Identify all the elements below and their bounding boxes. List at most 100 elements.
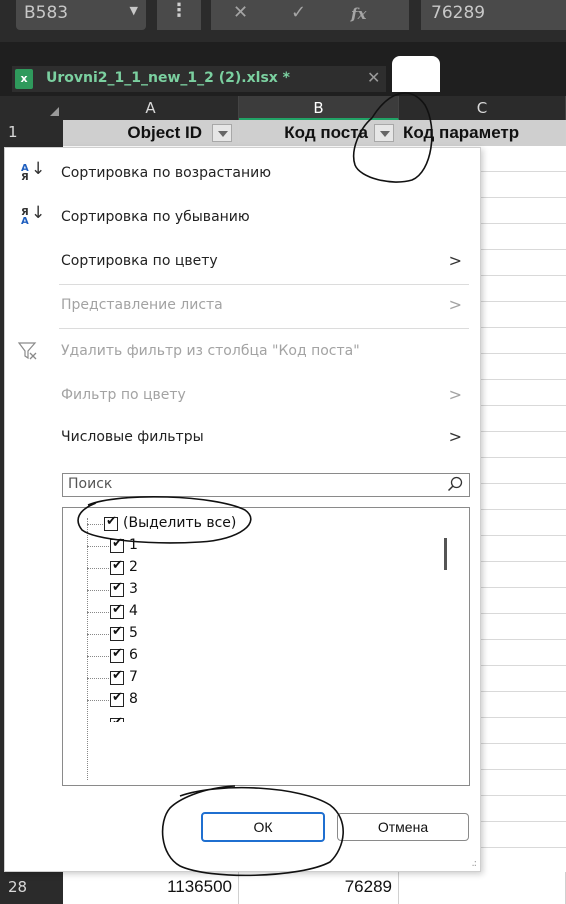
menu-item-label: Сортировка по убыванию (61, 209, 250, 225)
list-item[interactable]: 2 (63, 558, 443, 580)
header-cell-label: Код параметр (403, 123, 520, 142)
list-item-partial[interactable] (63, 712, 443, 722)
tree-connector (87, 590, 109, 591)
menu-item-sort-descending[interactable]: Я А ↓ Сортировка по убыванию (5, 198, 480, 238)
list-item-label: 4 (129, 603, 138, 619)
tree-connector (87, 568, 109, 569)
search-input[interactable]: Поиск (62, 473, 470, 497)
cell-post-code[interactable]: 76289 (239, 872, 399, 904)
filter-dropdown-button[interactable] (374, 124, 394, 142)
header-cell-label: Object ID (127, 123, 202, 142)
menu-item-label: Числовые фильтры (61, 429, 204, 445)
row-number[interactable]: 1 (0, 120, 63, 146)
search-placeholder: Поиск (68, 476, 113, 492)
excel-file-icon: x (15, 69, 33, 89)
header-row: 1 Object ID Код поста Код параметр (0, 120, 566, 146)
checkbox[interactable] (110, 536, 124, 553)
menu-item-label: Представление листа (61, 297, 223, 313)
list-item[interactable]: 5 (63, 624, 443, 646)
cell-param-code[interactable] (399, 872, 566, 904)
checkbox[interactable] (110, 602, 124, 619)
list-item[interactable]: 7 (63, 668, 443, 690)
list-item-label: 7 (129, 669, 138, 685)
column-header-c[interactable]: C (399, 96, 566, 120)
menu-item-label: Фильтр по цвету (61, 387, 186, 403)
cancel-entry-icon[interactable]: ✕ (233, 2, 248, 23)
checkbox[interactable] (104, 514, 118, 531)
confirm-entry-icon[interactable]: ✓ (291, 2, 306, 23)
clear-filter-icon (17, 340, 39, 362)
menu-item-number-filters[interactable]: Числовые фильтры > (5, 418, 480, 458)
list-item[interactable]: 8 (63, 690, 443, 712)
chevron-down-icon[interactable]: ▼ (130, 4, 138, 17)
list-item[interactable]: 3 (63, 580, 443, 602)
cell-object-id[interactable]: 1136500 (63, 872, 239, 904)
chevron-right-icon: > (448, 251, 462, 270)
list-item-label: 5 (129, 625, 138, 641)
menu-item-label: Сортировка по возрастанию (61, 165, 272, 181)
list-item-label: 3 (129, 581, 138, 597)
tree-connector (87, 546, 109, 547)
formula-bar-menu-button[interactable]: ⋮ (157, 0, 201, 30)
menu-separator (59, 284, 469, 285)
tree-connector (87, 678, 109, 679)
workbook-tab[interactable]: x Urovni2_1_1_new_1_2 (2).xlsx * ✕ (12, 66, 386, 92)
select-all-corner[interactable] (0, 96, 63, 120)
header-cell-label: Код поста (284, 123, 368, 142)
list-item-label: 2 (129, 559, 138, 575)
list-item-label: (Выделить все) (123, 515, 237, 531)
cancel-button[interactable]: Отмена (337, 813, 469, 841)
list-item[interactable]: 1 (63, 536, 443, 558)
checkbox[interactable] (110, 668, 124, 685)
search-icon[interactable] (447, 476, 463, 492)
filter-value-list: (Выделить все) 1 2 3 4 (62, 507, 470, 786)
checkbox[interactable] (110, 558, 124, 575)
ok-button[interactable]: ОК (201, 812, 325, 842)
menu-item-label: Удалить фильтр из столбца "Код поста" (61, 343, 360, 359)
menu-item-filter-by-color[interactable]: Фильтр по цвету > (5, 376, 480, 416)
menu-separator (59, 328, 469, 329)
header-cell-object-id[interactable]: Object ID (63, 120, 239, 146)
filter-dropdown-button[interactable] (212, 124, 232, 142)
column-header-a[interactable]: A (63, 96, 239, 120)
insert-function-icon[interactable]: fx (351, 5, 366, 23)
column-header-b[interactable]: B (239, 96, 399, 120)
formula-buttons: ✕ ✓ fx (211, 0, 409, 30)
new-tab-button[interactable] (392, 56, 440, 92)
menu-item-sort-ascending[interactable]: А Я ↓ Сортировка по возрастанию (5, 154, 480, 194)
workbook-tab-bar: x Urovni2_1_1_new_1_2 (2).xlsx * ✕ (0, 42, 566, 96)
list-item-label: 1 (129, 537, 138, 553)
list-item-label: 6 (129, 647, 138, 663)
name-box[interactable]: B583 ▼ (16, 0, 146, 30)
checkbox[interactable] (110, 646, 124, 663)
tree-connector (87, 656, 109, 657)
list-item[interactable]: 4 (63, 602, 443, 624)
checkbox[interactable] (110, 580, 124, 597)
list-scrollbar-thumb[interactable] (444, 538, 447, 570)
tree-connector (87, 634, 109, 635)
menu-item-label: Сортировка по цвету (61, 253, 218, 269)
list-item[interactable]: (Выделить все) (63, 514, 443, 536)
more-icon: ⋮ (170, 0, 188, 21)
row-number[interactable]: 28 (0, 872, 63, 904)
formula-bar: B583 ▼ ⋮ ✕ ✓ fx 76289 (0, 0, 566, 42)
checkbox[interactable] (110, 690, 124, 707)
formula-input[interactable]: 76289 (421, 0, 566, 30)
chevron-right-icon: > (448, 295, 462, 314)
excel-window: B583 ▼ ⋮ ✕ ✓ fx 76289 x Urovni2_1_1_new_… (0, 0, 566, 904)
menu-item-clear-filter[interactable]: Удалить фильтр из столбца "Код поста" (5, 332, 480, 372)
name-box-value: B583 (24, 3, 69, 23)
sort-ascending-icon: А Я ↓ (21, 159, 46, 183)
checkbox[interactable] (110, 624, 124, 641)
list-item[interactable]: 6 (63, 646, 443, 668)
autofilter-menu: А Я ↓ Сортировка по возрастанию Я А ↓ Со… (4, 147, 481, 872)
menu-item-sheet-view[interactable]: Представление листа > (5, 286, 480, 326)
menu-item-sort-by-color[interactable]: Сортировка по цвету > (5, 242, 480, 282)
checkbox[interactable] (110, 715, 124, 722)
chevron-right-icon: > (448, 385, 462, 404)
header-cell-param-code[interactable]: Код параметр (399, 120, 566, 146)
resize-grip-icon[interactable]: .: (471, 858, 476, 869)
chevron-right-icon: > (448, 427, 462, 446)
header-cell-post-code[interactable]: Код поста (239, 120, 399, 146)
close-icon[interactable]: ✕ (367, 68, 380, 87)
